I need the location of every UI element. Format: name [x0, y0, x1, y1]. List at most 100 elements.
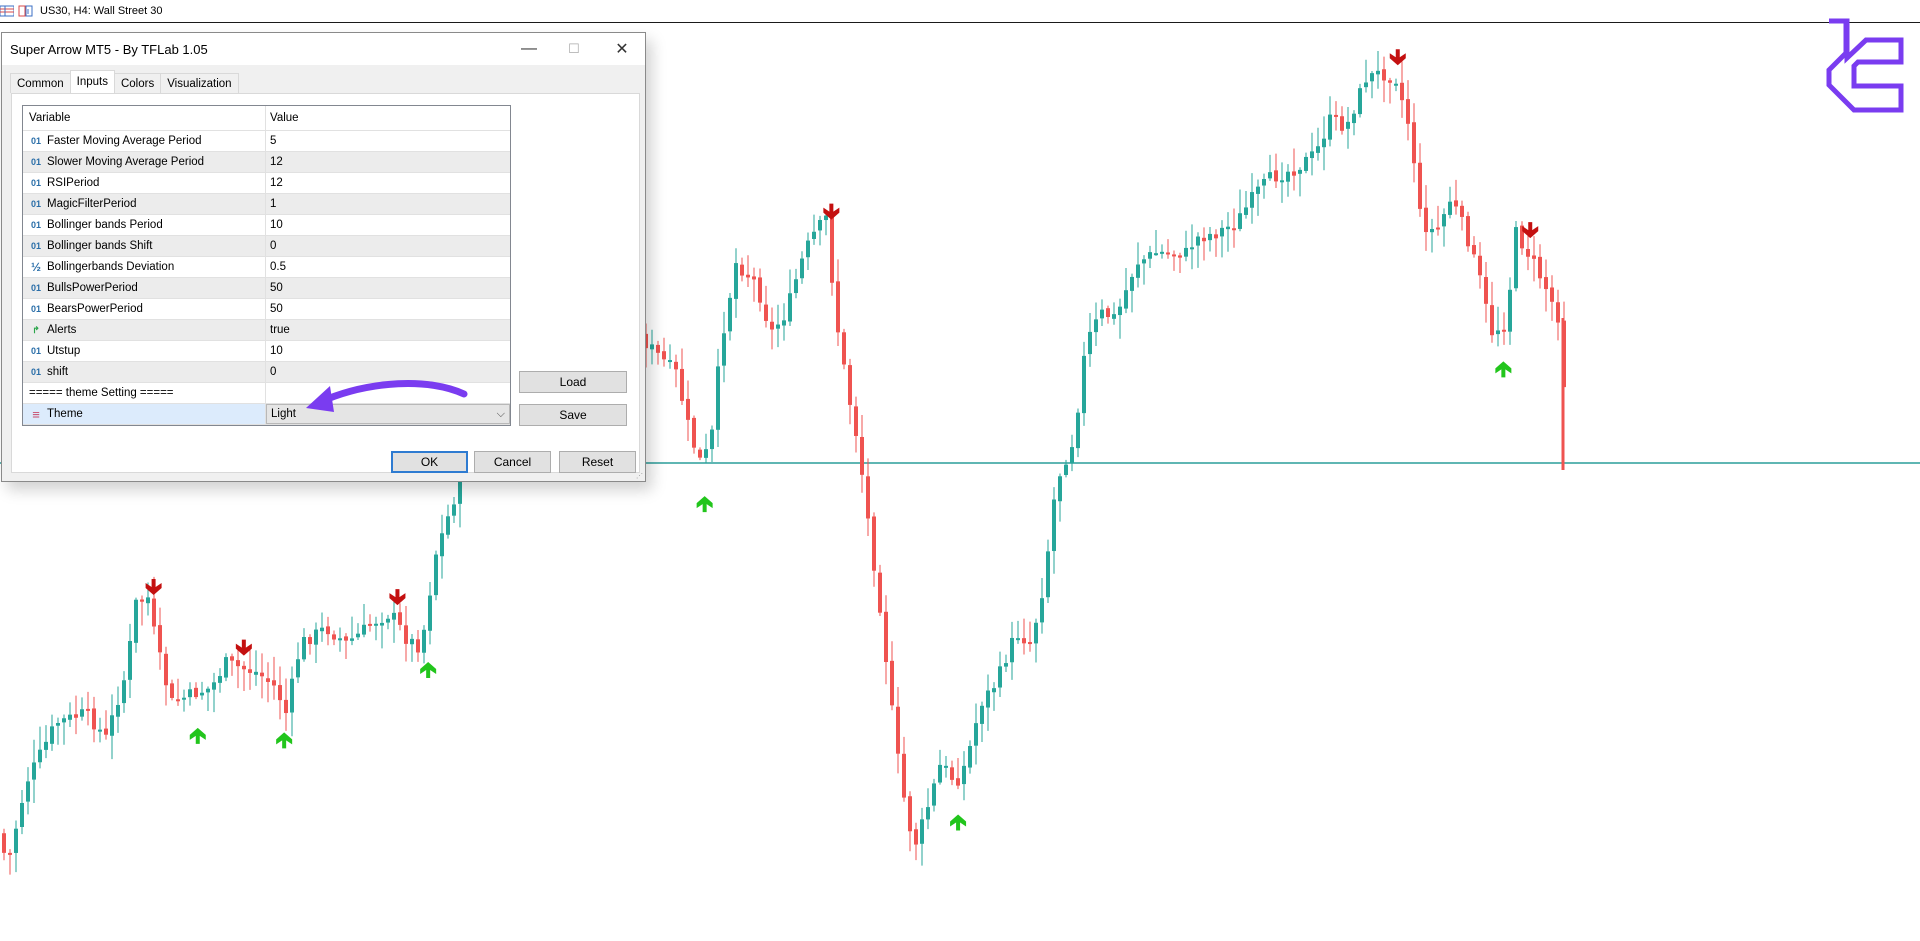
- close-button[interactable]: ✕: [600, 33, 644, 65]
- candle-body: [14, 828, 18, 853]
- candle-body: [266, 678, 270, 682]
- candle: [50, 714, 54, 751]
- candle-body: [1202, 237, 1206, 242]
- candle: [1502, 312, 1506, 345]
- input-variable-name: Utstup: [47, 345, 81, 357]
- input-value-cell[interactable]: 10: [266, 341, 510, 361]
- reset-button[interactable]: Reset: [559, 451, 636, 473]
- candle: [908, 791, 912, 852]
- candle-body: [1370, 73, 1374, 82]
- candle-body: [788, 293, 792, 322]
- candle-body: [122, 680, 126, 704]
- resize-grip-icon[interactable]: ⋰: [636, 472, 644, 480]
- candle: [806, 232, 810, 270]
- input-value-cell[interactable]: 5: [266, 131, 510, 151]
- input-row[interactable]: 01 Utstup 10: [23, 341, 510, 362]
- candle: [374, 616, 378, 641]
- candle-body: [908, 796, 912, 832]
- candle: [68, 702, 72, 727]
- candle-body: [800, 258, 804, 279]
- chart-window-icon[interactable]: [18, 5, 33, 17]
- tab-colors[interactable]: Colors: [113, 73, 162, 93]
- input-row[interactable]: 01 Bollinger bands Period 10: [23, 215, 510, 236]
- ok-button[interactable]: OK: [391, 451, 468, 473]
- candle: [158, 607, 162, 670]
- input-row[interactable]: 01 RSIPeriod 12: [23, 173, 510, 194]
- candle: [674, 354, 678, 388]
- candle: [1196, 232, 1200, 268]
- candle: [1046, 539, 1050, 603]
- candle-body: [1376, 70, 1380, 75]
- input-value-cell[interactable]: 0.5: [266, 257, 510, 277]
- candle-body: [734, 263, 738, 299]
- candle-body: [1424, 207, 1428, 233]
- candle: [1172, 250, 1176, 271]
- input-row[interactable]: 01 MagicFilterPeriod 1: [23, 194, 510, 215]
- candle-body: [56, 722, 60, 726]
- candle: [788, 269, 792, 327]
- input-value-cell[interactable]: 10: [266, 215, 510, 235]
- candle-body: [260, 672, 264, 677]
- candle-body: [206, 688, 210, 693]
- load-button[interactable]: Load: [519, 371, 627, 393]
- chevron-down-icon[interactable]: ⌵: [497, 408, 505, 421]
- tab-visualization[interactable]: Visualization: [160, 73, 239, 93]
- candle-body: [1118, 306, 1122, 316]
- candle: [86, 691, 90, 726]
- input-value-cell[interactable]: 0: [266, 236, 510, 256]
- candle-body: [1262, 178, 1266, 186]
- input-value-cell[interactable]: 12: [266, 173, 510, 193]
- input-value-cell[interactable]: 50: [266, 299, 510, 319]
- candle-body: [938, 764, 942, 783]
- candle-body: [1166, 252, 1170, 255]
- candle-body: [1112, 314, 1116, 319]
- dialog-titlebar[interactable]: Super Arrow MT5 - By TFLab 1.05 — ☐ ✕: [2, 33, 645, 65]
- input-variable-cell: ≡ Theme: [23, 404, 266, 424]
- input-value-cell[interactable]: 1: [266, 194, 510, 214]
- candle: [332, 630, 336, 646]
- input-value-cell[interactable]: true: [266, 320, 510, 340]
- cancel-button[interactable]: Cancel: [474, 451, 551, 473]
- candle-body: [86, 708, 90, 711]
- sell-arrow-icon: [389, 589, 406, 606]
- list-icon[interactable]: [0, 5, 15, 17]
- candle: [116, 686, 120, 733]
- input-row[interactable]: 01 BullsPowerPeriod 50: [23, 278, 510, 299]
- save-button[interactable]: Save: [519, 404, 627, 426]
- input-row[interactable]: 01 Faster Moving Average Period 5: [23, 131, 510, 152]
- input-row[interactable]: ½ Bollingerbands Deviation 0.5: [23, 257, 510, 278]
- maximize-button[interactable]: ☐: [552, 33, 596, 65]
- grid-header: Variable Value: [23, 106, 510, 131]
- candle-body: [320, 627, 324, 632]
- minimize-button[interactable]: —: [507, 33, 551, 65]
- candle: [1400, 61, 1404, 118]
- tab-common[interactable]: Common: [10, 73, 71, 93]
- candle-body: [1406, 99, 1410, 124]
- candle: [1370, 70, 1374, 99]
- candle: [434, 550, 438, 601]
- input-row[interactable]: 01 BearsPowerPeriod 50: [23, 299, 510, 320]
- candle-body: [194, 687, 198, 698]
- input-value-cell[interactable]: 12: [266, 152, 510, 172]
- header-value[interactable]: Value: [266, 106, 510, 130]
- tflab-logo: [1826, 18, 1904, 113]
- candle-body: [662, 351, 666, 360]
- input-value-cell[interactable]: 50: [266, 278, 510, 298]
- candle: [1250, 173, 1254, 224]
- tab-inputs[interactable]: Inputs: [69, 70, 115, 93]
- input-row[interactable]: 01 Bollinger bands Shift 0: [23, 236, 510, 257]
- header-variable[interactable]: Variable: [23, 106, 266, 130]
- input-row[interactable]: 01 Slower Moving Average Period 12: [23, 152, 510, 173]
- candle-body: [668, 360, 672, 363]
- candle: [1322, 116, 1326, 171]
- candle: [1274, 153, 1278, 188]
- candle-body: [872, 516, 876, 571]
- candle: [1430, 218, 1434, 253]
- candle: [1190, 224, 1194, 270]
- candle-body: [764, 304, 768, 321]
- candle-body: [1508, 289, 1512, 332]
- input-row[interactable]: ↱ Alerts true: [23, 320, 510, 341]
- candle-body: [1268, 172, 1272, 179]
- candle-body: [158, 625, 162, 653]
- candle-body: [1286, 171, 1290, 182]
